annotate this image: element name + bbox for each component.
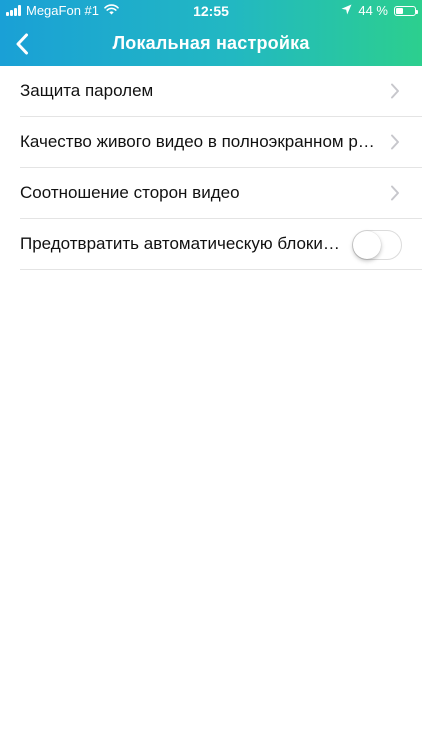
- nav-bar: Локальная настройка: [0, 22, 422, 66]
- battery-icon: [394, 5, 418, 16]
- settings-item-label: Предотвратить автоматическую блокировку …: [20, 234, 346, 253]
- settings-item-label: Качество живого видео в полноэкранном ре…: [20, 132, 376, 151]
- location-arrow-icon: [341, 3, 352, 18]
- status-bar: MegaFon #1 12:55 44 %: [0, 0, 422, 22]
- settings-item-password-protection[interactable]: Защита паролем: [20, 66, 422, 117]
- chevron-right-icon: [391, 134, 399, 150]
- settings-item-live-video-quality[interactable]: Качество живого видео в полноэкранном ре…: [20, 117, 422, 168]
- status-right: 44 %: [341, 3, 418, 18]
- chevron-right-icon: [391, 83, 399, 99]
- chevron-right-icon: [391, 185, 399, 201]
- switch-knob: [353, 231, 381, 259]
- page-title: Локальная настройка: [112, 33, 310, 53]
- app-header: MegaFon #1 12:55 44 % Локальная настройк…: [0, 0, 422, 66]
- prevent-auto-lock-switch[interactable]: [352, 230, 402, 260]
- settings-item-label: Соотношение сторон видео: [20, 183, 240, 202]
- settings-item-prevent-auto-lock: Предотвратить автоматическую блокировку …: [20, 219, 422, 270]
- battery-percent: 44 %: [358, 3, 388, 18]
- settings-list: Защита паролем Качество живого видео в п…: [0, 66, 422, 270]
- settings-item-aspect-ratio[interactable]: Соотношение сторон видео: [20, 168, 422, 219]
- battery-fill: [396, 7, 403, 14]
- settings-item-label: Защита паролем: [20, 81, 154, 100]
